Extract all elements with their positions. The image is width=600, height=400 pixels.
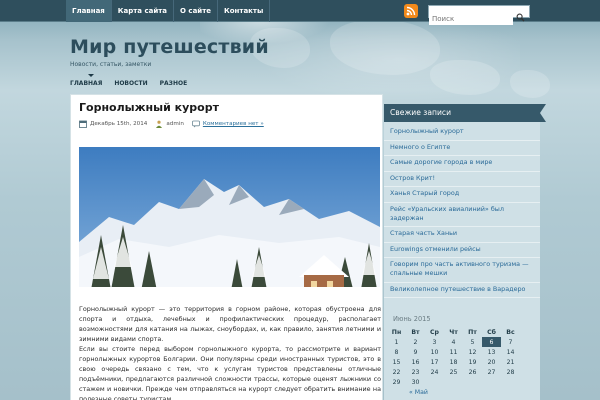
recent-post-link[interactable]: Горнолыжный курорт: [384, 125, 540, 141]
calendar-day: 21: [506, 358, 515, 366]
calendar-table: Пн Вт Ср Чт Пт Сб Вс 1 2 3 4 5 6 7 8 9 10 11 12 13 14…: [387, 327, 520, 387]
recent-post-link[interactable]: Eurowings отменили рейсы: [384, 243, 540, 259]
post-paragraph: Если вы стоите перед выбором горнолыжног…: [79, 345, 381, 400]
calendar-day: 12: [468, 348, 477, 356]
calendar-day: 9: [413, 348, 418, 356]
category-misc[interactable]: РАЗНОЕ: [160, 76, 188, 87]
comment-icon: [191, 120, 200, 128]
calendar-day: 3: [432, 338, 437, 346]
calendar-day: 7: [508, 338, 513, 346]
recent-post-link[interactable]: Старая часть Ханьи: [384, 227, 540, 243]
post-body: Горнолыжный курорт — это территория в го…: [79, 304, 381, 400]
recent-post-link[interactable]: Ханья Старый город: [384, 187, 540, 203]
category-home[interactable]: ГЛАВНАЯ: [70, 76, 102, 87]
top-nav-about[interactable]: О сайте: [174, 0, 219, 22]
calendar-day: 15: [392, 358, 401, 366]
post-title[interactable]: Горнолыжный курорт: [79, 101, 219, 114]
calendar-day: 2: [413, 338, 418, 346]
search-box: [428, 5, 530, 25]
recent-post-link[interactable]: Говорим про часть активного туризма — сп…: [384, 258, 540, 283]
recent-post-link[interactable]: Самые дорогие города в мире: [384, 156, 540, 172]
post-paragraph: Горнолыжный курорт — это территория в го…: [79, 305, 381, 343]
site-title[interactable]: Мир путешествий: [70, 36, 269, 58]
category-news[interactable]: НОВОСТИ: [114, 76, 147, 87]
calendar-weekday: Ср: [430, 328, 439, 336]
calendar-day: [463, 377, 482, 387]
post: Горнолыжный курорт Декабрь 15th, 2014 ad…: [70, 94, 383, 400]
recent-post-link[interactable]: Немного о Египте: [384, 141, 540, 157]
calendar-day: 17: [430, 358, 439, 366]
recent-post-link[interactable]: Рейс «Уральских авиалиний» был задержан: [384, 203, 540, 228]
calendar-day: [444, 377, 463, 387]
recent-post-link[interactable]: Великолепное путешествие в Варадеро: [384, 283, 540, 299]
calendar-day: 24: [430, 368, 439, 376]
calendar-day: 10: [430, 348, 439, 356]
recent-post-link[interactable]: Остров Крит!: [384, 172, 540, 188]
calendar-day: 18: [449, 358, 458, 366]
recent-posts-title: Свежие записи: [384, 104, 546, 122]
calendar-day: 5: [470, 338, 475, 346]
calendar-weekday: Пт: [468, 328, 477, 336]
page: Главная Карта сайта О сайте Контакты Мир…: [0, 0, 600, 400]
calendar-weekday: Сб: [487, 328, 496, 336]
calendar-day: [425, 377, 444, 387]
calendar-body: 1 2 3 4 5 6 7 8 9 10 11 12 13 14 15 16 17 18 19 20 21 22 23 24 2…: [387, 337, 520, 387]
active-arrow-icon: [88, 74, 94, 77]
calendar-day: 4: [451, 338, 456, 346]
calendar-day: 11: [449, 348, 458, 356]
calendar-day: 13: [487, 348, 496, 356]
calendar-day: [482, 377, 501, 387]
calendar-day: 14: [506, 348, 515, 356]
calendar-widget: Июнь 2015 Пн Вт Ср Чт Пт Сб Вс 123456789…: [387, 315, 537, 396]
search-icon[interactable]: [516, 7, 525, 26]
calendar-weekday: Чт: [449, 328, 458, 336]
calendar-day: [501, 377, 520, 387]
recent-posts-list: Горнолыжный курорт Немного о Египте Самы…: [384, 125, 540, 299]
calendar-prev-month-link[interactable]: « Май: [409, 389, 537, 396]
post-author[interactable]: admin: [166, 121, 184, 127]
site-description: Новости, статьи, заметки: [70, 61, 152, 68]
rss-icon[interactable]: [404, 4, 418, 18]
calendar-day: 23: [411, 368, 420, 376]
calendar-day: 1: [394, 338, 399, 346]
calendar-icon: [79, 120, 87, 128]
author-icon: [155, 120, 163, 128]
calendar-weekday: Вт: [411, 328, 420, 336]
calendar-day: 8: [394, 348, 399, 356]
calendar-week-row: 22 23 24 25 26 27 28: [387, 367, 520, 377]
calendar-day: 26: [468, 368, 477, 376]
top-nav-sitemap[interactable]: Карта сайта: [112, 0, 175, 22]
calendar-week-row: 1 2 3 4 567: [387, 337, 520, 347]
top-nav-home[interactable]: Главная: [66, 0, 112, 22]
calendar-weekday: Вс: [506, 328, 515, 336]
top-nav-contacts[interactable]: Контакты: [218, 0, 271, 22]
calendar-weekday: Пн: [391, 328, 402, 336]
calendar-day: 25: [449, 368, 458, 376]
calendar-day: 30: [411, 378, 420, 386]
post-comments-link[interactable]: Комментариев нет »: [203, 121, 264, 127]
calendar-day: 22: [392, 368, 401, 376]
calendar-day: 20: [487, 358, 496, 366]
calendar-header-row: Пн Вт Ср Чт Пт Сб Вс: [387, 327, 520, 337]
top-navigation-bar: Главная Карта сайта О сайте Контакты: [0, 0, 600, 25]
calendar-week-row: 8 9 10 11 12 13 14: [387, 347, 520, 357]
calendar-day: 19: [468, 358, 477, 366]
calendar-day: 16: [411, 358, 420, 366]
category-nav: ГЛАВНАЯ НОВОСТИ РАЗНОЕ: [70, 74, 199, 87]
post-image-snowy-mountains: [79, 147, 380, 301]
calendar-caption: Июнь 2015: [393, 315, 431, 323]
post-date: Декабрь 15th, 2014: [90, 121, 148, 127]
search-input[interactable]: [429, 13, 513, 25]
calendar-day: 6: [482, 337, 501, 347]
calendar-week-row: 29 30: [387, 377, 520, 387]
calendar-day: 29: [392, 378, 401, 386]
top-nav: Главная Карта сайта О сайте Контакты: [66, 0, 271, 22]
calendar-week-row: 15 16 17 18 19 20 21: [387, 357, 520, 367]
post-meta: Декабрь 15th, 2014 admin Комментариев не…: [79, 119, 272, 129]
calendar-day: 27: [487, 368, 496, 376]
calendar-day: 28: [506, 368, 515, 376]
